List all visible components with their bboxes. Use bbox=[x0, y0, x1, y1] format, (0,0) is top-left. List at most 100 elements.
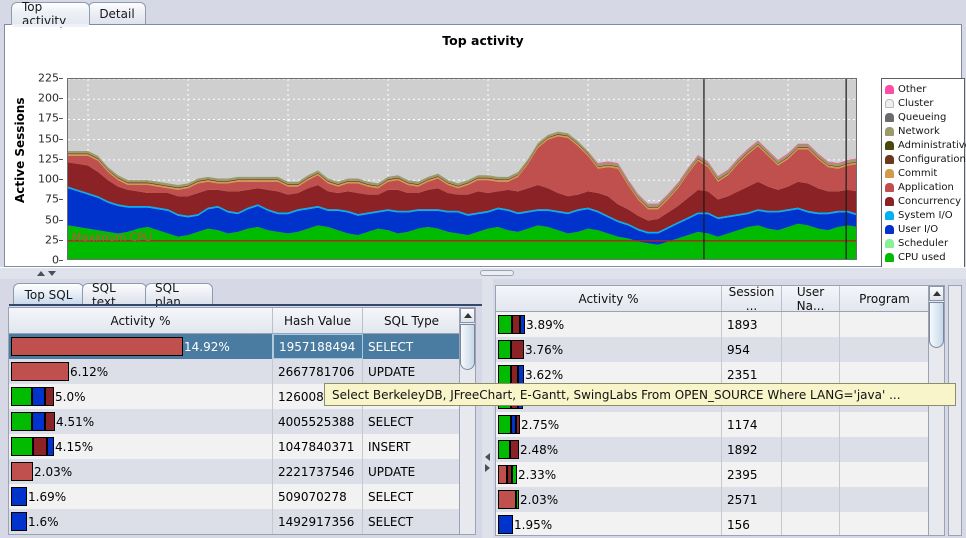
activity-bar-cell: 1.95% bbox=[496, 512, 722, 535]
activity-percent-label: 3.62% bbox=[525, 367, 564, 382]
activity-bar-cell: 4.15% bbox=[9, 434, 273, 459]
split-grip-handle[interactable] bbox=[480, 270, 514, 276]
legend-swatch-icon bbox=[885, 140, 894, 150]
top-sql-table[interactable]: Activity % Hash Value SQL Type 14.92% 19571… bbox=[8, 307, 476, 535]
scroll-thumb[interactable] bbox=[929, 302, 944, 348]
column-header[interactable]: Session ... bbox=[722, 286, 782, 313]
top-sql-table-header: Activity % Hash Value SQL Type bbox=[9, 308, 475, 334]
scroll-thumb[interactable] bbox=[460, 324, 475, 370]
top-sql-row[interactable]: 1.69% 509070278 SELECT bbox=[9, 484, 475, 509]
activity-bar-segment bbox=[32, 412, 45, 431]
sql-text-tooltip: Select BerkeleyDB, JFreeChart, E-Gantt, … bbox=[324, 383, 956, 406]
y-tick-label: 100 bbox=[38, 172, 59, 186]
tab-detail[interactable]: Detail bbox=[88, 2, 146, 25]
activity-bar-segment bbox=[11, 512, 27, 531]
column-header[interactable]: User Na... bbox=[782, 286, 840, 313]
scroll-up-button[interactable] bbox=[929, 286, 944, 301]
cell-program bbox=[840, 312, 930, 337]
cell-session: 1892 bbox=[722, 437, 782, 462]
y-tick-mark bbox=[59, 118, 63, 120]
top-session-row[interactable]: 2.03% 2571 bbox=[496, 487, 944, 512]
legend-item-label: Commit bbox=[898, 167, 938, 179]
tab-top-activity[interactable]: Top activity bbox=[11, 0, 90, 28]
cell-type: SELECT bbox=[363, 509, 461, 534]
collapse-up-icon[interactable] bbox=[36, 271, 45, 276]
legend-item-label: CPU used bbox=[898, 251, 946, 263]
legend-item: Queueing bbox=[885, 110, 962, 124]
cell-user bbox=[782, 437, 840, 462]
vertical-split-divider[interactable] bbox=[482, 279, 493, 538]
top-session-row[interactable]: 2.48% 1892 bbox=[496, 437, 944, 462]
cell-type: INSERT bbox=[363, 434, 461, 459]
top-sql-row[interactable]: 4.51% 4005525388 SELECT bbox=[9, 409, 475, 434]
column-header[interactable]: Activity % bbox=[9, 308, 273, 333]
cell-type: UPDATE bbox=[363, 359, 461, 384]
activity-percent-label: 6.12% bbox=[70, 364, 109, 379]
cell-type: SELECT bbox=[363, 484, 461, 509]
activity-bar-cell: 3.76% bbox=[496, 337, 722, 362]
activity-bar-segment bbox=[45, 387, 54, 406]
top-sessions-vertical-scrollbar[interactable] bbox=[928, 286, 944, 535]
activity-percent-label: 2.33% bbox=[518, 467, 557, 482]
cell-user bbox=[782, 412, 840, 437]
cell-type: SELECT bbox=[363, 409, 461, 434]
top-sessions-table-body[interactable]: 3.89% 1893 3.76% 954 3.62% 2351 2.75% 1174 2.48%… bbox=[496, 312, 944, 535]
top-session-row[interactable]: 1.95% 156 bbox=[496, 512, 944, 535]
top-sql-row[interactable]: 2.03% 2221737546 UPDATE bbox=[9, 459, 475, 484]
top-session-row[interactable]: 2.33% 2395 bbox=[496, 462, 944, 487]
top-sql-table-body[interactable]: 14.92% 1957188494 SELECT 6.12% 2667781706 UPD… bbox=[9, 334, 475, 534]
activity-percent-label: 3.76% bbox=[525, 342, 564, 357]
top-sessions-table[interactable]: Activity % Session ... User Na... Program 3… bbox=[495, 285, 945, 536]
collapse-down-icon[interactable] bbox=[47, 271, 56, 276]
chart-plot-area[interactable]: Maximum CPU bbox=[67, 78, 857, 260]
column-header[interactable]: Program bbox=[840, 286, 930, 311]
legend-swatch-icon bbox=[885, 126, 894, 136]
column-header[interactable]: SQL Type bbox=[363, 308, 461, 333]
y-tick-label: 150 bbox=[38, 132, 59, 146]
top-sql-row[interactable]: 14.92% 1957188494 SELECT bbox=[9, 334, 475, 359]
tab-top-sql[interactable]: Top SQL bbox=[13, 283, 84, 305]
legend-item-label: Concurrency bbox=[898, 195, 962, 207]
activity-bar-segment bbox=[11, 412, 32, 431]
top-sessions-table-header: Activity % Session ... User Na... Program bbox=[496, 286, 944, 313]
top-sql-vertical-scrollbar[interactable] bbox=[459, 308, 475, 534]
activity-bar-cell: 14.92% bbox=[9, 334, 273, 359]
activity-bar-cell: 5.0% bbox=[9, 384, 273, 409]
arrow-up-icon bbox=[932, 291, 941, 296]
tab-detail-label: Detail bbox=[99, 7, 135, 21]
cell-hash: 4005525388 bbox=[273, 409, 363, 434]
column-header[interactable]: Hash Value bbox=[273, 308, 363, 333]
activity-bar-segment bbox=[516, 415, 520, 434]
activity-bar-segment bbox=[11, 462, 33, 481]
activity-percent-label: 2.03% bbox=[520, 492, 559, 507]
activity-percent-label: 2.48% bbox=[520, 442, 559, 457]
legend-swatch-icon bbox=[885, 98, 894, 108]
split-collapse-controls[interactable] bbox=[33, 269, 59, 278]
chart-y-axis-ticks: 0 25 50 75 100 125 150 175 200 225 bbox=[27, 72, 63, 267]
panel-outer-scrollbar[interactable] bbox=[948, 285, 962, 536]
activity-bar-segment bbox=[11, 437, 33, 456]
horizontal-split-divider[interactable] bbox=[0, 267, 966, 279]
top-activity-chart-panel: Top activity Active Sessions 0 25 50 75 100 1… bbox=[4, 24, 966, 278]
activity-percent-label: 2.03% bbox=[34, 464, 73, 479]
y-tick-label: 50 bbox=[45, 213, 59, 227]
vertical-split-controls[interactable] bbox=[483, 449, 492, 475]
top-sql-row[interactable]: 6.12% 2667781706 UPDATE bbox=[9, 359, 475, 384]
legend-item: System I/O bbox=[885, 208, 962, 222]
activity-bar-segment bbox=[498, 465, 507, 484]
tab-sql-text[interactable]: SQL text bbox=[82, 281, 147, 309]
top-session-row[interactable]: 3.89% 1893 bbox=[496, 312, 944, 337]
legend-item-label: Administrative bbox=[898, 139, 966, 151]
tab-sql-plan[interactable]: SQL plan bbox=[145, 281, 213, 309]
scroll-up-button[interactable] bbox=[460, 308, 475, 323]
cell-session: 1174 bbox=[722, 412, 782, 437]
column-header[interactable]: Activity % bbox=[496, 286, 722, 311]
cell-program bbox=[840, 487, 930, 512]
collapse-left-icon[interactable] bbox=[485, 452, 490, 461]
top-sql-row[interactable]: 1.6% 1492917356 SELECT bbox=[9, 509, 475, 534]
top-sql-row[interactable]: 4.15% 1047840371 INSERT bbox=[9, 434, 475, 459]
top-session-row[interactable]: 3.76% 954 bbox=[496, 337, 944, 362]
top-session-row[interactable]: 2.75% 1174 bbox=[496, 412, 944, 437]
collapse-right-icon[interactable] bbox=[485, 463, 490, 472]
y-tick-label: 200 bbox=[38, 91, 59, 105]
